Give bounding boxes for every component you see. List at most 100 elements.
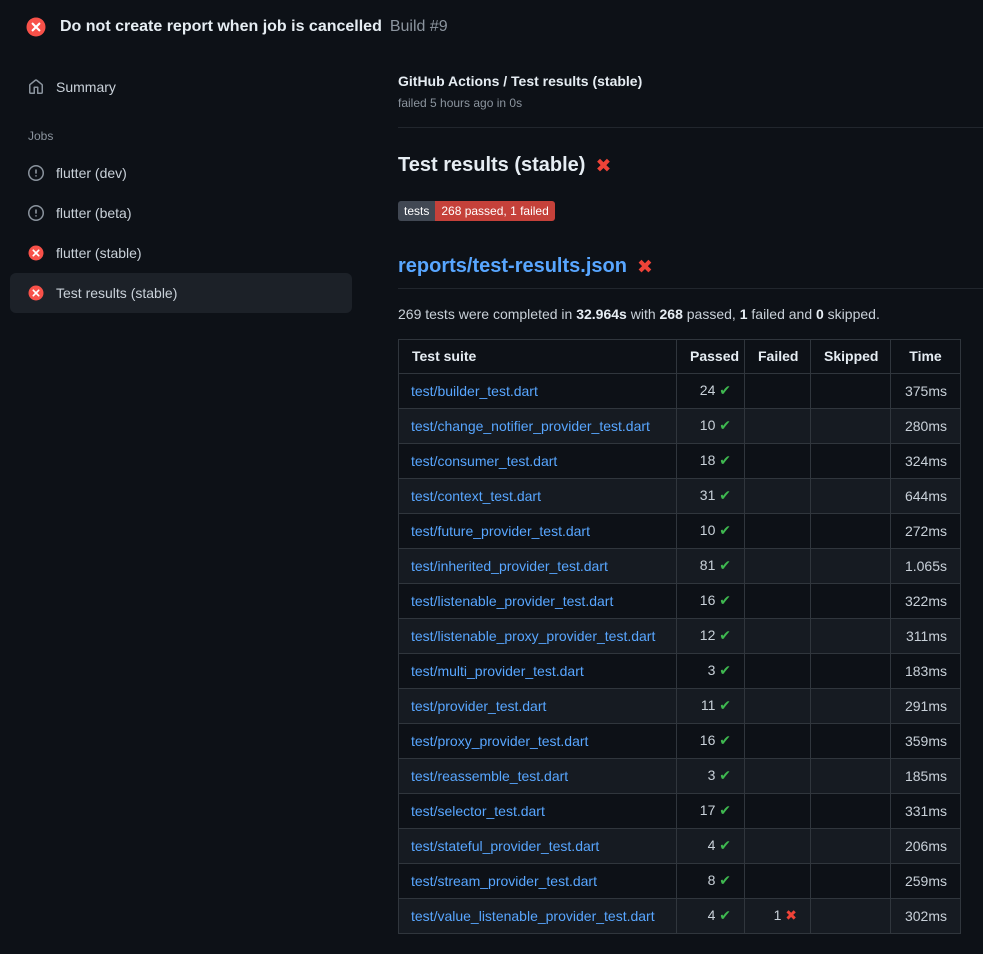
skipped-cell xyxy=(811,479,891,514)
report-file-link[interactable]: reports/test-results.json xyxy=(398,255,627,278)
table-row: test/inherited_provider_test.dart81 ✔1.0… xyxy=(399,549,961,584)
test-suite-cell: test/consumer_test.dart xyxy=(399,444,677,479)
skipped-cell xyxy=(811,864,891,899)
test-suite-link[interactable]: test/value_listenable_provider_test.dart xyxy=(411,908,655,924)
test-suite-link[interactable]: test/listenable_proxy_provider_test.dart xyxy=(411,628,655,644)
sidebar-item-flutter-beta[interactable]: flutter (beta) xyxy=(10,193,352,233)
table-row: test/future_provider_test.dart10 ✔272ms xyxy=(399,514,961,549)
skipped-cell xyxy=(811,374,891,409)
section-title-text: Test results (stable) xyxy=(398,154,585,177)
skipped-cell xyxy=(811,899,891,934)
time-cell: 375ms xyxy=(891,374,961,409)
jobs-list: flutter (dev) flutter (beta) flutter (stab… xyxy=(10,153,352,313)
check-icon: ✔ xyxy=(719,663,731,679)
time-cell: 324ms xyxy=(891,444,961,479)
sidebar-item-test-results-stable[interactable]: Test results (stable) xyxy=(10,273,352,313)
summary-strong: 0 xyxy=(816,306,824,322)
table-row: test/context_test.dart 31 ✔ 644ms xyxy=(399,479,961,514)
check-section-title: Test results (stable) ✖ xyxy=(398,154,983,177)
failed-cell xyxy=(745,794,811,829)
test-suite-cell: test/builder_test.dart xyxy=(399,374,677,409)
test-suite-link[interactable]: test/builder_test.dart xyxy=(411,383,538,399)
check-icon: ✔ xyxy=(719,873,731,889)
summary-text: skipped. xyxy=(824,306,880,322)
summary-text: passed, xyxy=(683,306,740,322)
table-header-row: Test suite Passed Failed Skipped Time xyxy=(399,340,961,374)
divider xyxy=(398,127,983,128)
test-suite-link[interactable]: test/future_provider_test.dart xyxy=(411,523,590,539)
passed-cell: 10 ✔ xyxy=(677,409,745,444)
passed-cell: 31 ✔ xyxy=(677,479,745,514)
failed-cell xyxy=(745,724,811,759)
sidebar-item-flutter-dev[interactable]: flutter (dev) xyxy=(10,153,352,193)
test-suite-cell: test/stateful_provider_test.dart xyxy=(399,829,677,864)
check-icon: ✔ xyxy=(719,523,731,539)
summary-text: failed and xyxy=(748,306,817,322)
workflow-breadcrumb: GitHub Actions / Test results (stable) xyxy=(398,73,983,89)
time-cell: 331ms xyxy=(891,794,961,829)
col-header-failed: Failed xyxy=(745,340,811,374)
failed-cell xyxy=(745,514,811,549)
time-cell: 291ms xyxy=(891,689,961,724)
test-suite-link[interactable]: test/change_notifier_provider_test.dart xyxy=(411,418,650,434)
job-label: flutter (beta) xyxy=(56,203,131,223)
home-icon xyxy=(28,79,44,95)
test-suite-link[interactable]: test/inherited_provider_test.dart xyxy=(411,558,608,574)
check-icon: ✔ xyxy=(719,768,731,784)
col-header-skipped: Skipped xyxy=(811,340,891,374)
job-label: flutter (dev) xyxy=(56,163,127,183)
test-suite-link[interactable]: test/context_test.dart xyxy=(411,488,541,504)
checks-page: Do not create report when job is cancell… xyxy=(0,0,983,954)
test-suite-link[interactable]: test/stateful_provider_test.dart xyxy=(411,838,599,854)
test-suite-link[interactable]: test/listenable_provider_test.dart xyxy=(411,593,613,609)
table-row: test/provider_test.dart 11 ✔ 291ms xyxy=(399,689,961,724)
sidebar-item-flutter-stable[interactable]: flutter (stable) xyxy=(10,233,352,273)
passed-cell: 4 ✔ xyxy=(677,829,745,864)
passed-cell: 81 ✔ xyxy=(677,549,745,584)
test-suite-link[interactable]: test/multi_provider_test.dart xyxy=(411,663,584,679)
time-cell: 644ms xyxy=(891,479,961,514)
test-suite-cell: test/change_notifier_provider_test.dart xyxy=(399,409,677,444)
failed-cell xyxy=(745,584,811,619)
skipped-cell xyxy=(811,654,891,689)
sidebar: Summary Jobs flutter (dev)flutter (beta)… xyxy=(0,51,372,313)
time-cell: 272ms xyxy=(891,514,961,549)
test-suite-link[interactable]: test/reassemble_test.dart xyxy=(411,768,568,784)
table-row: test/change_notifier_provider_test.dart 1… xyxy=(399,409,961,444)
time-cell: 185ms xyxy=(891,759,961,794)
tests-badge: tests 268 passed, 1 failed xyxy=(398,201,555,221)
time-cell: 322ms xyxy=(891,584,961,619)
alert-circle-icon xyxy=(28,205,44,221)
sidebar-summary-label: Summary xyxy=(56,77,116,97)
tests-summary-line: 269 tests were completed in 32.964s with… xyxy=(398,306,983,322)
summary-strong: 1 xyxy=(740,306,748,322)
test-suite-link[interactable]: test/selector_test.dart xyxy=(411,803,545,819)
skipped-cell xyxy=(811,514,891,549)
failed-cell xyxy=(745,829,811,864)
table-row: test/stream_provider_test.dart8 ✔259ms xyxy=(399,864,961,899)
summary-text: with xyxy=(627,306,660,322)
passed-cell: 3 ✔ xyxy=(677,654,745,689)
x-circle-icon xyxy=(28,285,44,301)
skipped-cell xyxy=(811,409,891,444)
check-icon: ✔ xyxy=(719,558,731,574)
test-suite-cell: test/listenable_proxy_provider_test.dart xyxy=(399,619,677,654)
passed-cell: 17 ✔ xyxy=(677,794,745,829)
test-suite-cell: test/stream_provider_test.dart xyxy=(399,864,677,899)
check-icon: ✔ xyxy=(719,418,731,434)
sidebar-item-summary[interactable]: Summary xyxy=(10,67,352,107)
check-icon: ✔ xyxy=(719,698,731,714)
x-circle-icon xyxy=(26,17,46,37)
test-suite-link[interactable]: test/proxy_provider_test.dart xyxy=(411,733,588,749)
test-suite-link[interactable]: test/provider_test.dart xyxy=(411,698,546,714)
skipped-cell xyxy=(811,759,891,794)
check-icon: ✔ xyxy=(719,838,731,854)
test-suite-cell: test/proxy_provider_test.dart xyxy=(399,724,677,759)
failed-cell xyxy=(745,654,811,689)
test-suite-cell: test/inherited_provider_test.dart xyxy=(399,549,677,584)
check-icon: ✔ xyxy=(719,383,731,399)
job-label: flutter (stable) xyxy=(56,243,142,263)
test-suite-link[interactable]: test/stream_provider_test.dart xyxy=(411,873,597,889)
test-suite-link[interactable]: test/consumer_test.dart xyxy=(411,453,557,469)
passed-cell: 11 ✔ xyxy=(677,689,745,724)
